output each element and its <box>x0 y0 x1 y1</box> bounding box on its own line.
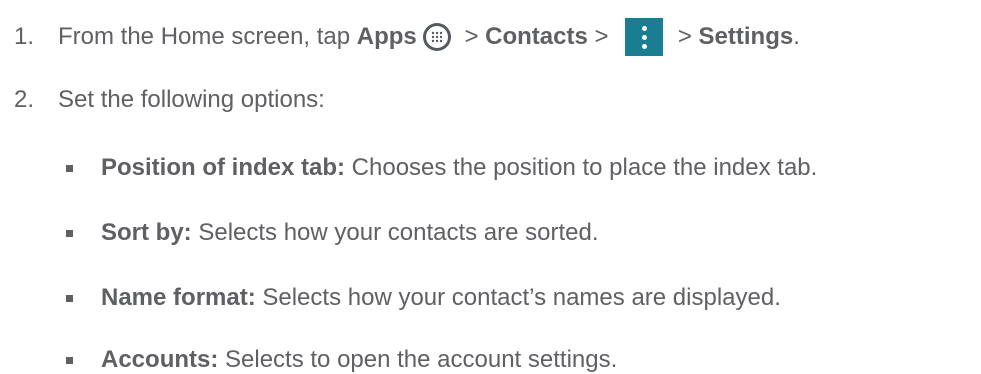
bullet-icon <box>66 229 73 237</box>
step-1: 1. From the Home screen, tap Apps > Cont <box>14 18 800 56</box>
bullet-icon <box>66 294 73 302</box>
bullet-icon <box>66 356 73 364</box>
bullet-icon <box>66 164 73 172</box>
option-label: Position of index tab: <box>101 154 345 181</box>
settings-label: Settings <box>698 23 794 50</box>
list-item: Position of index tab: Chooses the posit… <box>66 154 817 182</box>
step-number: 1. <box>14 23 35 50</box>
separator: > <box>587 23 616 50</box>
option-label: Name format: <box>101 284 256 311</box>
option-label: Accounts: <box>101 346 219 373</box>
option-label: Sort by: <box>101 219 192 246</box>
overflow-menu-icon <box>625 18 664 56</box>
step-2: 2. Set the following options: <box>14 86 325 114</box>
step-1-lead-text: From the Home screen, tap <box>58 23 357 50</box>
sentence-end: . <box>793 23 800 50</box>
contacts-label: Contacts <box>485 23 588 50</box>
step-2-text: Set the following options: <box>58 86 325 113</box>
option-description: Chooses the position to place the index … <box>345 154 818 181</box>
separator: > <box>671 23 699 50</box>
list-item: Name format: Selects how your contact’s … <box>66 284 781 312</box>
option-description: Selects how your contacts are sorted. <box>191 219 599 246</box>
apps-grid-icon <box>422 23 451 51</box>
instructions-document: 1. From the Home screen, tap Apps > Cont <box>0 0 981 374</box>
option-description: Selects to open the account settings. <box>218 346 618 373</box>
step-number: 2. <box>14 86 35 113</box>
separator: > <box>457 23 486 50</box>
list-item: Sort by: Selects how your contacts are s… <box>66 219 599 247</box>
list-item: Accounts: Selects to open the account se… <box>66 346 617 374</box>
apps-label: Apps <box>356 23 417 50</box>
option-description: Selects how your contact’s names are dis… <box>255 284 781 311</box>
